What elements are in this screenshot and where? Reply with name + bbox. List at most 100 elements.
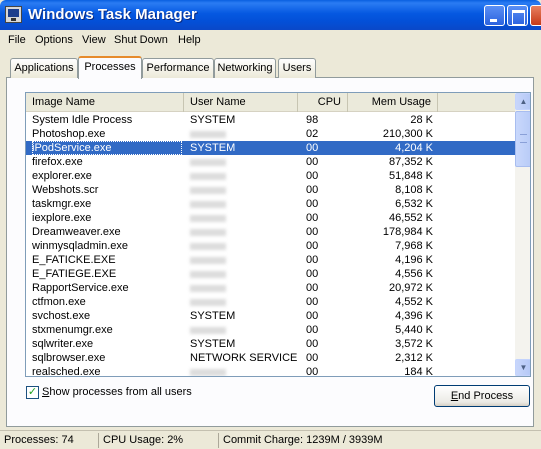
redacted-user xyxy=(190,270,226,278)
menu-help[interactable]: Help xyxy=(178,34,201,46)
tab-processes[interactable]: Processes xyxy=(78,56,142,79)
process-mem: 4,396 K xyxy=(395,310,433,322)
tab-applications[interactable]: Applications xyxy=(10,58,78,78)
process-user xyxy=(190,295,300,309)
table-row[interactable]: taskmgr.exe 00 6,532 K xyxy=(26,197,515,211)
process-mem: 6,532 K xyxy=(395,198,433,210)
process-user xyxy=(190,365,300,376)
table-row[interactable]: E_FATIEGE.EXE 00 4,556 K xyxy=(26,267,515,281)
process-name: stxmenumgr.exe xyxy=(32,324,113,336)
process-mem: 4,196 K xyxy=(395,254,433,266)
vertical-scrollbar[interactable]: ▲ ▼ xyxy=(515,93,530,376)
process-user xyxy=(190,281,300,295)
process-cpu: 00 xyxy=(306,142,319,154)
process-name: winmysqladmin.exe xyxy=(32,240,128,252)
table-row[interactable]: System Idle Process SYSTEM 98 28 K xyxy=(26,113,515,127)
process-mem: 4,552 K xyxy=(395,296,433,308)
table-row[interactable]: explorer.exe 00 51,848 K xyxy=(26,169,515,183)
column-cpu[interactable]: CPU xyxy=(298,93,348,112)
process-user: SYSTEM xyxy=(190,338,236,350)
process-user xyxy=(190,267,300,281)
table-row[interactable]: svchost.exe SYSTEM 00 4,396 K xyxy=(26,309,515,323)
process-mem: 210,300 K xyxy=(382,128,433,140)
process-user xyxy=(190,155,300,169)
process-list[interactable]: Image Name User Name CPU Mem Usage Syste… xyxy=(25,92,531,377)
table-row[interactable]: realsched.exe 00 184 K xyxy=(26,365,515,377)
process-mem: 4,556 K xyxy=(395,268,433,280)
process-mem: 4,204 K xyxy=(395,142,433,154)
status-cpu-usage: CPU Usage: 2% xyxy=(98,433,183,448)
process-user xyxy=(190,197,300,211)
process-name: RapportService.exe xyxy=(32,282,129,294)
redacted-user xyxy=(190,130,226,138)
table-row[interactable]: sqlwriter.exe SYSTEM 00 3,572 K xyxy=(26,337,515,351)
minimize-button[interactable] xyxy=(484,5,505,26)
column-user-name[interactable]: User Name xyxy=(184,93,298,112)
redacted-user xyxy=(190,214,226,222)
menu-shut-down[interactable]: Shut Down xyxy=(114,34,168,46)
process-user xyxy=(190,253,300,267)
tab-performance[interactable]: Performance xyxy=(142,58,214,78)
table-row[interactable]: RapportService.exe 00 20,972 K xyxy=(26,281,515,295)
process-mem: 28 K xyxy=(410,114,433,126)
table-row[interactable]: iexplore.exe 00 46,552 K xyxy=(26,211,515,225)
process-name: svchost.exe xyxy=(32,310,91,322)
process-user: SYSTEM xyxy=(190,310,236,322)
table-row[interactable]: Photoshop.exe 02 210,300 K xyxy=(26,127,515,141)
tab-networking[interactable]: Networking xyxy=(214,58,276,78)
end-process-button[interactable]: End Process xyxy=(434,385,530,407)
column-mem-usage[interactable]: Mem Usage xyxy=(348,93,438,112)
list-header: Image Name User Name CPU Mem Usage xyxy=(26,93,515,112)
menu-view[interactable]: View xyxy=(82,34,106,46)
process-user: SYSTEM xyxy=(190,142,236,154)
scroll-up-icon[interactable]: ▲ xyxy=(515,93,530,110)
redacted-user xyxy=(190,298,226,306)
process-cpu: 00 xyxy=(306,296,319,308)
process-cpu: 00 xyxy=(306,310,319,322)
process-cpu: 00 xyxy=(306,240,319,252)
process-user xyxy=(190,225,300,239)
process-mem: 178,984 K xyxy=(382,226,433,238)
scroll-down-icon[interactable]: ▼ xyxy=(515,359,530,376)
process-name: sqlbrowser.exe xyxy=(32,352,106,364)
process-name: Photoshop.exe xyxy=(32,128,106,140)
window-title: Windows Task Manager xyxy=(28,6,197,23)
column-image-name[interactable]: Image Name xyxy=(26,93,184,112)
show-all-checkbox[interactable]: ✓ xyxy=(26,386,39,399)
close-button[interactable] xyxy=(530,5,541,26)
table-row[interactable]: firefox.exe 00 87,352 K xyxy=(26,155,515,169)
process-cpu: 00 xyxy=(306,268,319,280)
table-row[interactable]: Dreamweaver.exe 00 178,984 K xyxy=(26,225,515,239)
process-name: E_FATIEGE.EXE xyxy=(32,268,117,280)
table-row[interactable]: iPodService.exe SYSTEM 00 4,204 K xyxy=(26,141,515,155)
process-user xyxy=(190,169,300,183)
table-row[interactable]: Webshots.scr 00 8,108 K xyxy=(26,183,515,197)
process-cpu: 00 xyxy=(306,226,319,238)
table-row[interactable]: ctfmon.exe 00 4,552 K xyxy=(26,295,515,309)
process-mem: 7,968 K xyxy=(395,240,433,252)
table-row[interactable]: winmysqladmin.exe 00 7,968 K xyxy=(26,239,515,253)
process-cpu: 00 xyxy=(306,156,319,168)
table-row[interactable]: stxmenumgr.exe 00 5,440 K xyxy=(26,323,515,337)
process-mem: 46,552 K xyxy=(388,212,433,224)
title-bar[interactable]: Windows Task Manager xyxy=(0,0,541,30)
process-cpu: 00 xyxy=(306,324,319,336)
process-user xyxy=(190,183,300,197)
tab-users[interactable]: Users xyxy=(278,58,316,78)
process-name: realsched.exe xyxy=(32,366,101,377)
process-name: explorer.exe xyxy=(32,170,92,182)
table-row[interactable]: E_FATICKE.EXE 00 4,196 K xyxy=(26,253,515,267)
table-row[interactable]: sqlbrowser.exe NETWORK SERVICE 00 2,312 K xyxy=(26,351,515,365)
maximize-button[interactable] xyxy=(507,5,528,26)
redacted-user xyxy=(190,158,226,166)
process-user xyxy=(190,239,300,253)
menu-file[interactable]: File xyxy=(8,34,26,46)
process-name: taskmgr.exe xyxy=(32,198,92,210)
process-mem: 3,572 K xyxy=(395,338,433,350)
scroll-thumb[interactable] xyxy=(515,111,530,167)
menu-options[interactable]: Options xyxy=(35,34,73,46)
process-cpu: 00 xyxy=(306,212,319,224)
status-bar: Processes: 74 CPU Usage: 2% Commit Charg… xyxy=(0,430,541,449)
process-cpu: 98 xyxy=(306,114,319,126)
process-mem: 87,352 K xyxy=(388,156,433,168)
